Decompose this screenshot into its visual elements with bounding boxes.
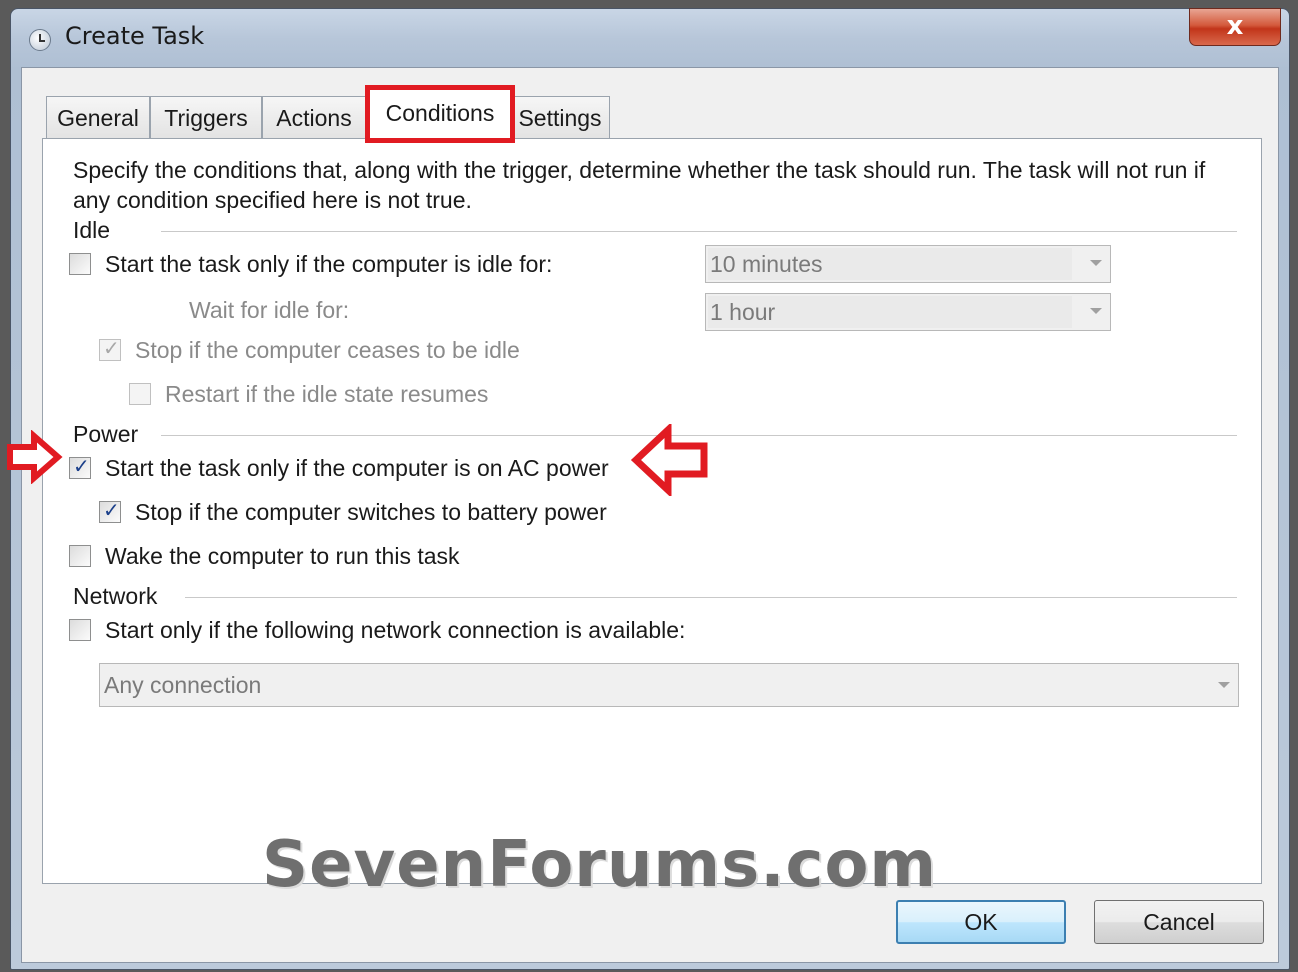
power-heading: Power — [73, 421, 139, 447]
network-connection-value: Any connection — [104, 672, 262, 698]
conditions-panel: Specify the conditions that, along with … — [42, 138, 1262, 884]
restart-if-idle-label: Restart if the idle state resumes — [165, 381, 489, 407]
close-button[interactable]: x — [1189, 8, 1281, 46]
idle-start-label: Start the task only if the computer is i… — [105, 251, 553, 277]
checkmark-icon: ✓ — [103, 498, 120, 522]
chevron-down-icon — [1090, 308, 1102, 314]
idle-duration-value: 10 minutes — [710, 251, 823, 277]
idle-heading: Idle — [73, 217, 111, 243]
network-heading: Network — [73, 583, 158, 609]
chevron-down-icon — [1218, 682, 1230, 688]
tab-conditions[interactable]: Conditions — [370, 90, 510, 139]
wait-idle-label: Wait for idle for: — [189, 297, 350, 323]
ac-power-label: Start the task only if the computer is o… — [105, 455, 609, 481]
stop-if-not-idle-checkbox[interactable]: ✓ — [99, 336, 121, 361]
description-text: Specify the conditions that, along with … — [73, 157, 1206, 213]
clock-icon — [29, 29, 51, 51]
battery-stop-label: Stop if the computer switches to battery… — [135, 499, 607, 525]
tab-general[interactable]: General — [46, 96, 150, 138]
network-label: Start only if the following network conn… — [105, 617, 686, 643]
tab-settings[interactable]: Settings — [510, 96, 610, 138]
ac-power-checkbox[interactable]: ✓ — [69, 454, 91, 479]
wake-label: Wake the computer to run this task — [105, 543, 460, 569]
idle-start-checkbox[interactable] — [69, 253, 91, 275]
ok-button[interactable]: OK — [896, 900, 1066, 944]
wait-duration-value: 1 hour — [710, 299, 776, 325]
idle-divider — [161, 231, 1237, 232]
right-arrow-annotation-icon — [7, 430, 63, 484]
idle-duration-combo[interactable]: 10 minutes — [705, 245, 1111, 283]
battery-stop-checkbox[interactable]: ✓ — [99, 498, 121, 523]
window-title: Create Task — [65, 22, 205, 50]
checkmark-icon: ✓ — [103, 336, 120, 360]
network-checkbox[interactable] — [69, 619, 91, 641]
tab-actions[interactable]: Actions — [262, 96, 366, 138]
restart-if-idle-checkbox[interactable] — [129, 383, 151, 405]
title-bar[interactable]: Create Task x — [11, 8, 1289, 67]
network-connection-combo[interactable]: Any connection — [99, 663, 1239, 707]
checkmark-icon: ✓ — [73, 454, 90, 478]
left-arrow-annotation-icon — [630, 424, 708, 496]
wait-duration-combo[interactable]: 1 hour — [705, 293, 1111, 331]
tab-triggers[interactable]: Triggers — [150, 96, 262, 138]
cancel-button[interactable]: Cancel — [1094, 900, 1264, 944]
chevron-down-icon — [1090, 260, 1102, 266]
network-divider — [185, 597, 1237, 598]
wake-checkbox[interactable] — [69, 545, 91, 567]
watermark: SevenForums.com — [262, 828, 938, 902]
stop-if-not-idle-label: Stop if the computer ceases to be idle — [135, 337, 520, 363]
